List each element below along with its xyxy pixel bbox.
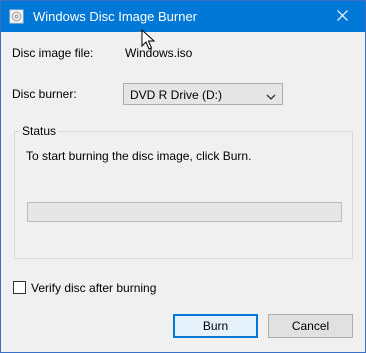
burn-progress-bar [27,202,342,222]
disc-burner-window: Windows Disc Image Burner Disc image fil… [0,0,366,353]
window-title: Windows Disc Image Burner [33,9,197,24]
burn-button-label: Burn [202,319,229,333]
close-button[interactable] [319,1,365,32]
close-icon [336,9,348,24]
disc-burner-label: Disc burner: [12,87,77,101]
status-message: To start burning the disc image, click B… [26,149,252,163]
title-bar[interactable]: Windows Disc Image Burner [1,1,365,32]
disc-burner-select[interactable]: DVD R Drive (D:) [123,83,283,105]
cancel-button[interactable]: Cancel [268,314,353,338]
disc-image-value: Windows.iso [125,46,193,60]
verify-label[interactable]: Verify disc after burning [31,281,156,295]
disc-image-label: Disc image file: [12,46,94,60]
chevron-down-icon [266,90,276,100]
disc-burner-selected: DVD R Drive (D:) [130,88,222,102]
cancel-button-label: Cancel [291,319,330,333]
status-group-title: Status [20,124,59,138]
disc-burner-icon [9,9,24,24]
burn-button[interactable]: Burn [173,314,258,338]
verify-checkbox[interactable] [13,281,26,294]
